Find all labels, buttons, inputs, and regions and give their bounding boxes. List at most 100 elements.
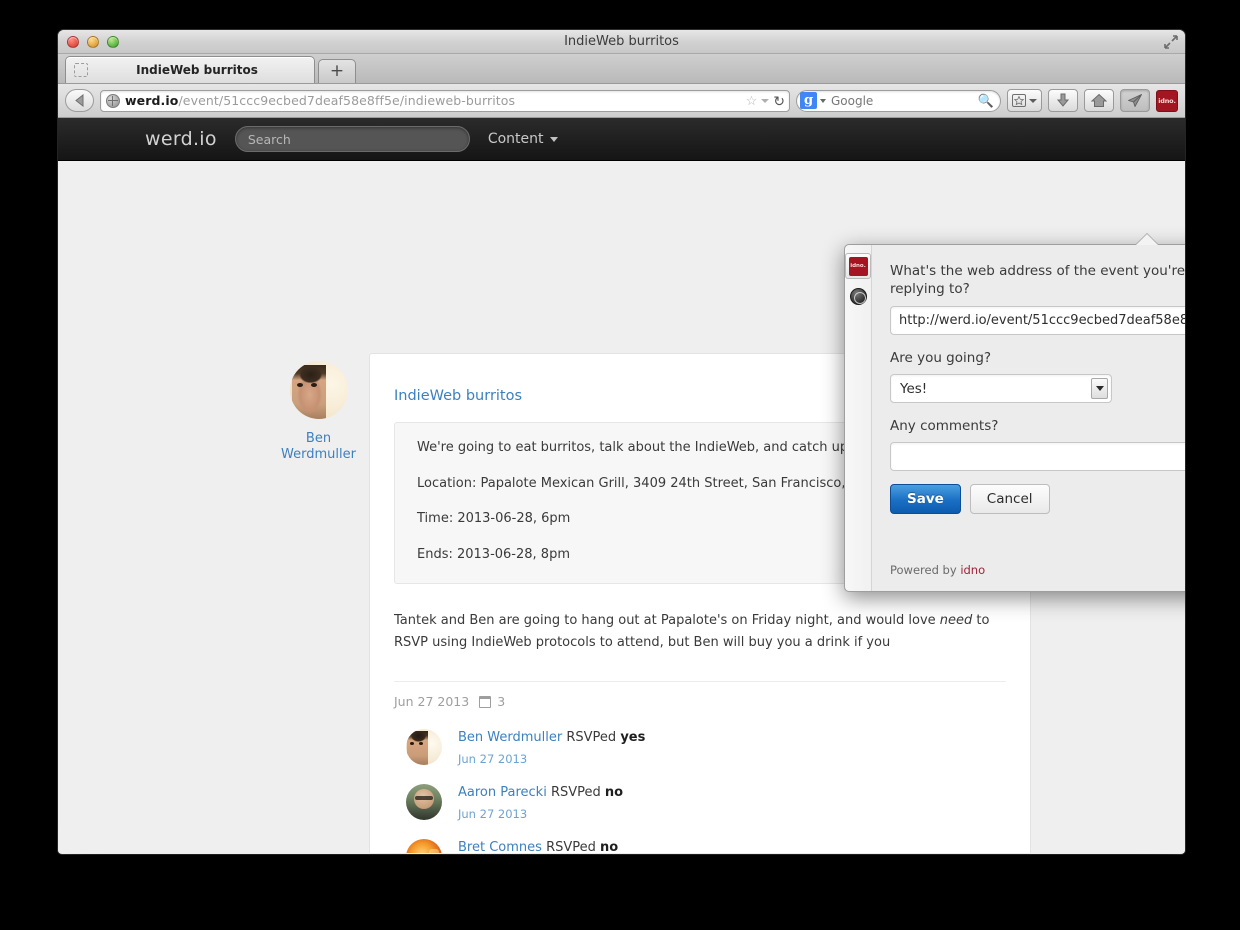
google-badge-icon: g	[800, 92, 817, 109]
cancel-button[interactable]: Cancel	[969, 484, 1050, 515]
rsvp-date[interactable]: Jun 27 2013	[458, 807, 623, 821]
idno-icon: idno.	[848, 256, 868, 276]
chevron-down-icon[interactable]	[1091, 378, 1108, 400]
site-search-input[interactable]: Search	[234, 126, 470, 152]
rsvp-date[interactable]: Jun 27 2013	[458, 752, 645, 766]
list-item: Ben Werdmuller RSVPed yes Jun 27 2013	[394, 723, 1006, 778]
site-navbar: werd.io Search Content	[58, 118, 1185, 161]
address-bar[interactable]: werd.io/event/51ccc9ecbed7deaf58e8ff5e/i…	[100, 89, 790, 112]
nav-item-content[interactable]: Content	[488, 131, 558, 147]
popup-actions: Save Cancel	[890, 484, 1185, 515]
event-rsvp-count: 3	[497, 694, 506, 710]
dark-circle-icon[interactable]	[849, 288, 867, 305]
zoom-button[interactable]	[107, 36, 119, 48]
author-name-line2: Werdmuller	[281, 447, 356, 463]
popup-comments-label: Any comments?	[890, 418, 999, 435]
caret-down-icon	[549, 136, 558, 142]
rsvp-line: Aaron Parecki RSVPed no	[458, 785, 623, 800]
avatar[interactable]	[406, 729, 442, 766]
nav-item-content-label: Content	[487, 131, 544, 147]
browser-toolbar: werd.io/event/51ccc9ecbed7deaf58e8ff5e/i…	[58, 84, 1185, 118]
author-name[interactable]: Ben Werdmuller	[256, 431, 381, 464]
tab-strip: IndieWeb burritos +	[58, 54, 1185, 84]
idno-icon: idno.	[1158, 96, 1176, 105]
down-arrow-icon	[1056, 93, 1070, 107]
close-button[interactable]	[67, 36, 79, 48]
rsvp-answer: no	[604, 785, 624, 801]
bookmarks-button[interactable]	[1007, 89, 1042, 112]
address-bar-icons: ☆ ↻	[746, 93, 785, 109]
popup-sidebar-item-idno[interactable]: idno.	[845, 253, 871, 279]
star-icon[interactable]: ☆	[746, 93, 758, 109]
globe-icon	[106, 93, 120, 108]
url-path: /event/51ccc9ecbed7deaf58e8ff5e/indieweb…	[178, 93, 516, 108]
popup-going-value: Yes!	[900, 380, 928, 397]
desktop-background: IndieWeb burritos IndieWeb burritos + we…	[0, 0, 1240, 930]
chevron-down-icon[interactable]	[761, 98, 770, 103]
search-bar[interactable]: g Google 🔍	[796, 89, 1001, 112]
tab-title: IndieWeb burritos	[136, 63, 258, 77]
new-tab-button[interactable]: +	[318, 59, 356, 83]
popup-comments-input[interactable]	[890, 442, 1185, 472]
rsvp-line: Ben Werdmuller RSVPed yes	[458, 730, 645, 745]
minimize-button[interactable]	[87, 36, 99, 48]
popup-footer-text: Powered by	[890, 563, 961, 577]
rsvp-line: Bret Comnes RSVPed no	[458, 840, 618, 853]
popup-form: What's the web address of the event you'…	[872, 245, 1185, 591]
search-input[interactable]: Google	[831, 94, 978, 108]
star-in-box-icon	[1012, 93, 1026, 107]
window-titlebar: IndieWeb burritos	[58, 30, 1185, 54]
popup-going-label: Are you going?	[890, 349, 992, 366]
address-bar-text: werd.io/event/51ccc9ecbed7deaf58e8ff5e/i…	[125, 93, 746, 108]
page-body: Ben Werdmuller IndieWeb burritos We're g…	[58, 161, 1185, 853]
rsvp-answer: yes	[620, 730, 646, 746]
tab-indieweb-burritos[interactable]: IndieWeb burritos	[65, 56, 315, 83]
author-column: Ben Werdmuller	[256, 361, 381, 464]
share-button[interactable]	[1120, 89, 1150, 112]
list-item: Aaron Parecki RSVPed no Jun 27 2013	[394, 778, 1006, 833]
idno-extension-button[interactable]: idno.	[1156, 89, 1178, 112]
popup-footer-link[interactable]: idno	[960, 563, 985, 577]
popup-going-select[interactable]: Yes!	[890, 374, 1112, 404]
list-item: Bret Comnes RSVPed no Jun 29 2013	[394, 833, 1006, 853]
popup-sidebar: idno.	[845, 245, 872, 591]
site-search-placeholder: Search	[247, 131, 291, 147]
rsvp-author-link[interactable]: Bret Comnes	[458, 840, 542, 853]
event-body-emphasis: need	[939, 613, 973, 629]
reload-icon[interactable]: ↻	[773, 94, 785, 108]
rsvp-list: Ben Werdmuller RSVPed yes Jun 27 2013 Aa…	[394, 723, 1006, 853]
avatar[interactable]	[289, 361, 348, 419]
popup-url-label: What's the web address of the event you'…	[890, 263, 1185, 298]
event-body-part1: Tantek and Ben are going to hang out at …	[394, 613, 940, 629]
calendar-icon	[479, 695, 492, 708]
save-button[interactable]: Save	[890, 484, 961, 515]
site-brand[interactable]: werd.io	[145, 128, 217, 150]
magnifier-icon[interactable]: 🔍	[978, 93, 994, 109]
rsvp-answer: no	[600, 840, 619, 853]
rsvp-verb: RSVPed	[566, 730, 617, 746]
back-arrow-icon	[74, 94, 83, 107]
window-controls	[67, 36, 119, 48]
event-meta-date: Jun 27 2013	[394, 694, 470, 710]
bookmarks-chevron-icon	[1029, 98, 1037, 103]
window-title: IndieWeb burritos	[564, 34, 679, 49]
rsvp-author-link[interactable]: Ben Werdmuller	[458, 730, 562, 745]
avatar[interactable]	[406, 784, 442, 821]
avatar[interactable]	[406, 839, 442, 853]
downloads-button[interactable]	[1048, 89, 1078, 112]
event-body-text: Tantek and Ben are going to hang out at …	[394, 610, 1006, 653]
tab-favicon-placeholder-icon	[74, 63, 88, 77]
rsvp-author-link[interactable]: Aaron Parecki	[458, 785, 547, 800]
idno-extension-popup: idno. What's the web address of the even…	[844, 244, 1185, 592]
url-host: werd.io	[125, 93, 179, 108]
popup-url-input[interactable]: http://werd.io/event/51ccc9ecbed7deaf58e…	[890, 305, 1185, 335]
back-button[interactable]	[65, 89, 94, 112]
page-viewport: werd.io Search Content Ben Werdmuller In…	[58, 118, 1185, 853]
home-icon	[1091, 93, 1107, 107]
author-name-line1: Ben	[305, 431, 332, 446]
fullscreen-arrows-icon[interactable]	[1162, 33, 1180, 51]
search-engine-chevron-icon[interactable]	[820, 98, 826, 103]
popup-footer: Powered by idno	[890, 563, 1185, 591]
paper-plane-icon	[1128, 94, 1142, 107]
home-button[interactable]	[1084, 89, 1114, 112]
